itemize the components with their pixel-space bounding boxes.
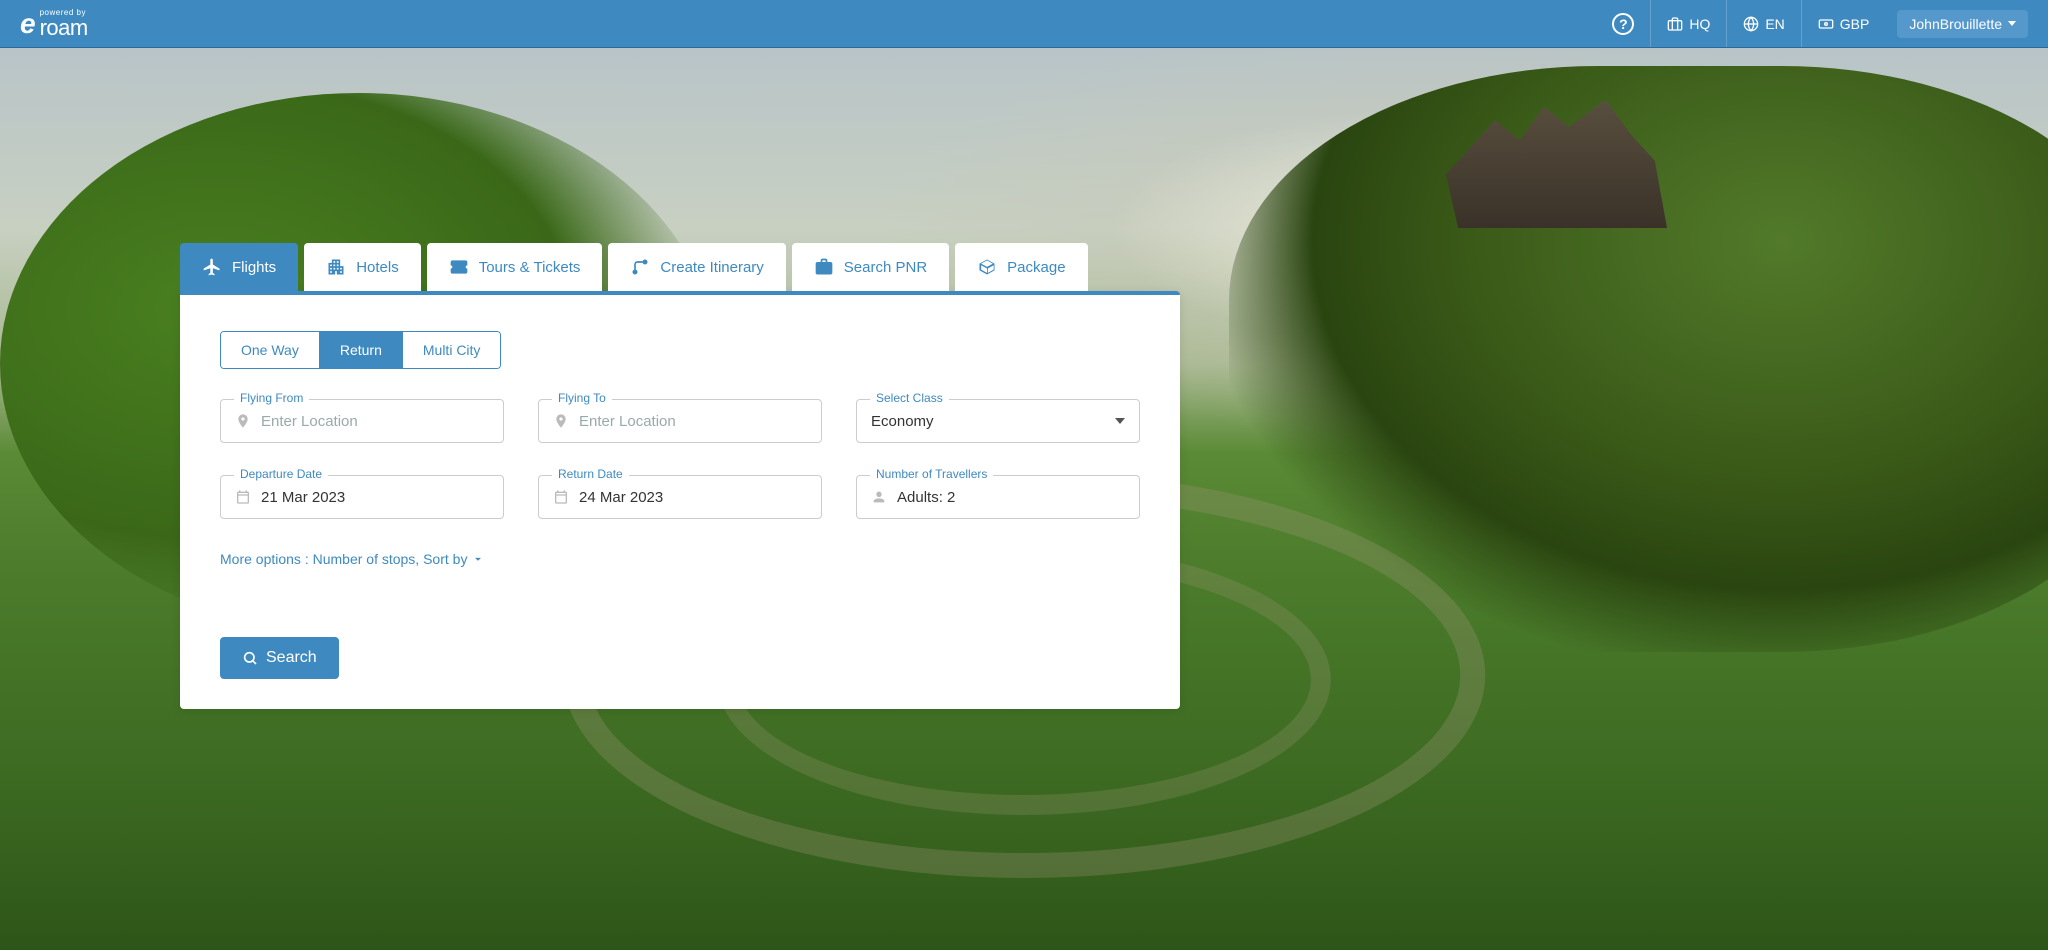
departure-date-value: 21 Mar 2023 <box>261 489 345 506</box>
product-tabs: Flights Hotels Tours & Tickets Create It… <box>180 243 2048 291</box>
return-date-value: 24 Mar 2023 <box>579 489 663 506</box>
currency-label: GBP <box>1840 16 1870 32</box>
user-menu[interactable]: JohnBrouillette <box>1897 10 2028 38</box>
travellers-field[interactable]: Number of Travellers Adults: 2 <box>856 475 1140 519</box>
return-date-field[interactable]: Return Date 24 Mar 2023 <box>538 475 822 519</box>
currency-icon <box>1818 16 1834 32</box>
calendar-icon <box>235 489 251 505</box>
globe-icon <box>1743 16 1759 32</box>
search-panel: One Way Return Multi City Flying From Fl… <box>180 291 1180 709</box>
person-icon <box>871 489 887 505</box>
field-label: Select Class <box>870 391 949 405</box>
logo-icon: e <box>20 10 36 38</box>
tab-label: Hotels <box>356 259 399 276</box>
trip-type-label: Return <box>340 342 382 358</box>
currency-selector[interactable]: GBP <box>1801 0 1886 47</box>
departure-date-field[interactable]: Departure Date 21 Mar 2023 <box>220 475 504 519</box>
flying-from-field: Flying From <box>220 399 504 443</box>
chevron-down-icon <box>471 552 485 566</box>
field-label: Departure Date <box>234 467 328 481</box>
language-label: EN <box>1765 16 1784 32</box>
field-label: Return Date <box>552 467 629 481</box>
chevron-down-icon <box>1115 418 1125 424</box>
calendar-icon <box>553 489 569 505</box>
tab-label: Create Itinerary <box>660 259 763 276</box>
user-name: JohnBrouillette <box>1909 16 2002 32</box>
trip-type-multi-city[interactable]: Multi City <box>403 332 501 368</box>
tab-package[interactable]: Package <box>955 243 1087 291</box>
flying-from-input[interactable] <box>261 413 489 430</box>
search-button[interactable]: Search <box>220 637 339 679</box>
more-options-label: More options : Number of stops, Sort by <box>220 551 467 567</box>
language-selector[interactable]: EN <box>1726 0 1800 47</box>
tab-search-pnr[interactable]: Search PNR <box>792 243 949 291</box>
trip-type-label: Multi City <box>423 342 481 358</box>
tab-label: Flights <box>232 259 276 276</box>
travellers-value: Adults: 2 <box>897 489 955 506</box>
location-pin-icon <box>553 413 569 429</box>
search-icon <box>242 650 258 666</box>
trip-type-selector: One Way Return Multi City <box>220 331 501 369</box>
search-label: Search <box>266 649 317 667</box>
airplane-icon <box>202 257 222 277</box>
pnr-icon <box>814 257 834 277</box>
help-button[interactable]: ? <box>1596 0 1650 47</box>
tab-tours-tickets[interactable]: Tours & Tickets <box>427 243 603 291</box>
trip-type-label: One Way <box>241 342 299 358</box>
ticket-icon <box>449 257 469 277</box>
top-header: e powered by roam ? HQ EN GBP JohnBrouil… <box>0 0 2048 48</box>
field-label: Flying To <box>552 391 612 405</box>
building-icon <box>326 257 346 277</box>
hq-link[interactable]: HQ <box>1650 0 1726 47</box>
flying-to-field: Flying To <box>538 399 822 443</box>
box-icon <box>977 257 997 277</box>
brand-logo[interactable]: e powered by roam <box>20 9 88 39</box>
flying-to-input[interactable] <box>579 413 807 430</box>
route-icon <box>630 257 650 277</box>
tab-label: Tours & Tickets <box>479 259 581 276</box>
trip-type-return[interactable]: Return <box>320 332 403 368</box>
more-options-toggle[interactable]: More options : Number of stops, Sort by <box>220 551 485 567</box>
hq-label: HQ <box>1689 16 1710 32</box>
field-label: Number of Travellers <box>870 467 993 481</box>
select-class-field[interactable]: Select Class Economy <box>856 399 1140 443</box>
class-value: Economy <box>871 413 934 430</box>
location-pin-icon <box>235 413 251 429</box>
tab-label: Package <box>1007 259 1065 276</box>
field-label: Flying From <box>234 391 309 405</box>
trip-type-one-way[interactable]: One Way <box>221 332 320 368</box>
tab-flights[interactable]: Flights <box>180 243 298 291</box>
briefcase-icon <box>1667 16 1683 32</box>
tab-hotels[interactable]: Hotels <box>304 243 421 291</box>
tab-label: Search PNR <box>844 259 927 276</box>
chevron-down-icon <box>2008 21 2016 26</box>
tab-create-itinerary[interactable]: Create Itinerary <box>608 243 785 291</box>
help-icon: ? <box>1612 13 1634 35</box>
logo-brand-text: roam <box>40 17 88 39</box>
